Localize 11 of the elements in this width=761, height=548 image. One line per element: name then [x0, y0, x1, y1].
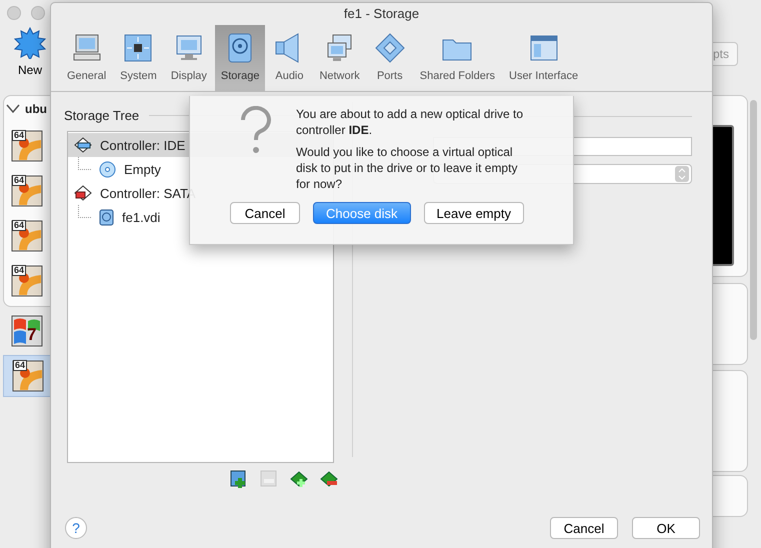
badge-label: 64 [12, 130, 26, 141]
badge-label: 64 [13, 360, 28, 371]
alert-question: Would you like to choose a virtual optical disk to put in the drive or to leave it empty for now? [296, 144, 518, 192]
window-title: fe1 - Storage [344, 5, 420, 23]
badge-label: 64 [12, 220, 26, 231]
badge-label: 7 [26, 326, 38, 343]
group-label: ubu [25, 102, 47, 116]
badge-label: 64 [12, 265, 26, 276]
alert-message: You are about to add a new optical drive to controller IDE. [296, 106, 524, 138]
section-title: Storage Tree [64, 108, 140, 123]
badge-label: 64 [12, 175, 26, 186]
